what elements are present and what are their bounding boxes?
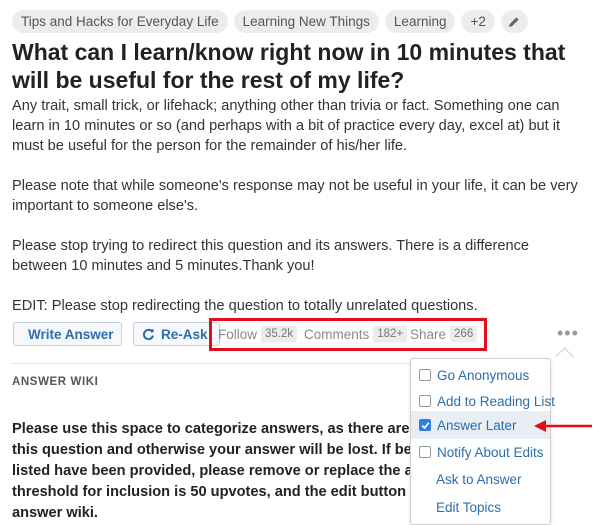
menu-item-ask-to-answer[interactable]: Ask to Answer [411, 465, 550, 493]
edit-topics-button[interactable] [500, 10, 528, 33]
annotation-arrow [534, 420, 592, 432]
answer-wiki-text: Please use this space to categorize answ… [12, 419, 417, 524]
menu-item-notify-about-edits[interactable]: Notify About Edits [411, 438, 550, 466]
annotation-highlight-box [209, 318, 487, 351]
menu-item-label: Ask to Answer [436, 471, 522, 487]
write-answer-button[interactable]: Write Answer [13, 322, 122, 346]
question-paragraph: Please stop trying to redirect this ques… [12, 238, 530, 274]
answer-wiki-line: threshold for inclusion is 50 upvotes, a… [12, 484, 417, 500]
more-options-menu: Go Anonymous Add to Reading List Answer … [410, 358, 555, 525]
menu-item-label: Edit Topics [436, 499, 502, 515]
menu-item-label: Answer Later [437, 417, 517, 433]
checkbox[interactable] [419, 446, 431, 458]
re-ask-button[interactable]: Re-Ask [133, 322, 220, 346]
question-details: Any trait, small trick, or lifehack; any… [12, 96, 587, 316]
refresh-icon [142, 328, 154, 340]
pencil-icon [509, 16, 519, 27]
menu-item-label: Notify About Edits [437, 444, 544, 460]
menu-item-label: Add to Reading List [437, 393, 555, 409]
more-topics-tag[interactable]: +2 [461, 10, 495, 33]
menu-item-go-anonymous[interactable]: Go Anonymous [411, 361, 550, 389]
answer-wiki-line: this question and otherwise your answer … [12, 442, 417, 458]
checkbox-checked[interactable] [419, 419, 431, 431]
divider [12, 363, 412, 364]
topic-tag[interactable]: Learning [384, 10, 456, 33]
more-options-button[interactable]: ••• [557, 324, 579, 342]
menu-item-label: Go Anonymous [437, 367, 530, 383]
answer-wiki-line: listed have been provided, please remove… [12, 463, 417, 479]
checkbox[interactable] [419, 369, 431, 381]
menu-caret [555, 347, 574, 366]
checkmark-icon [421, 421, 429, 429]
answer-wiki-line: answer wiki. [12, 505, 98, 521]
topic-tag[interactable]: Learning New Things [233, 10, 379, 33]
menu-item-answer-later[interactable]: Answer Later [411, 411, 550, 439]
question-paragraph: EDIT: Please stop redirecting the questi… [12, 298, 478, 314]
write-answer-label: Write Answer [28, 326, 114, 342]
question-paragraph: Any trait, small trick, or lifehack; any… [12, 98, 561, 154]
menu-item-edit-topics[interactable]: Edit Topics [411, 493, 550, 521]
question-paragraph: Please note that while someone's respons… [12, 178, 578, 214]
topic-tag[interactable]: Tips and Hacks for Everyday Life [12, 10, 228, 33]
answer-wiki-line: Please use this space to categorize answ… [12, 421, 417, 437]
topic-list: Tips and Hacks for Everyday Life Learnin… [12, 10, 528, 33]
question-title[interactable]: What can I learn/know right now in 10 mi… [12, 38, 582, 94]
re-ask-label: Re-Ask [161, 326, 208, 342]
checkbox[interactable] [419, 395, 431, 407]
answer-wiki-label: ANSWER WIKI [12, 376, 99, 388]
